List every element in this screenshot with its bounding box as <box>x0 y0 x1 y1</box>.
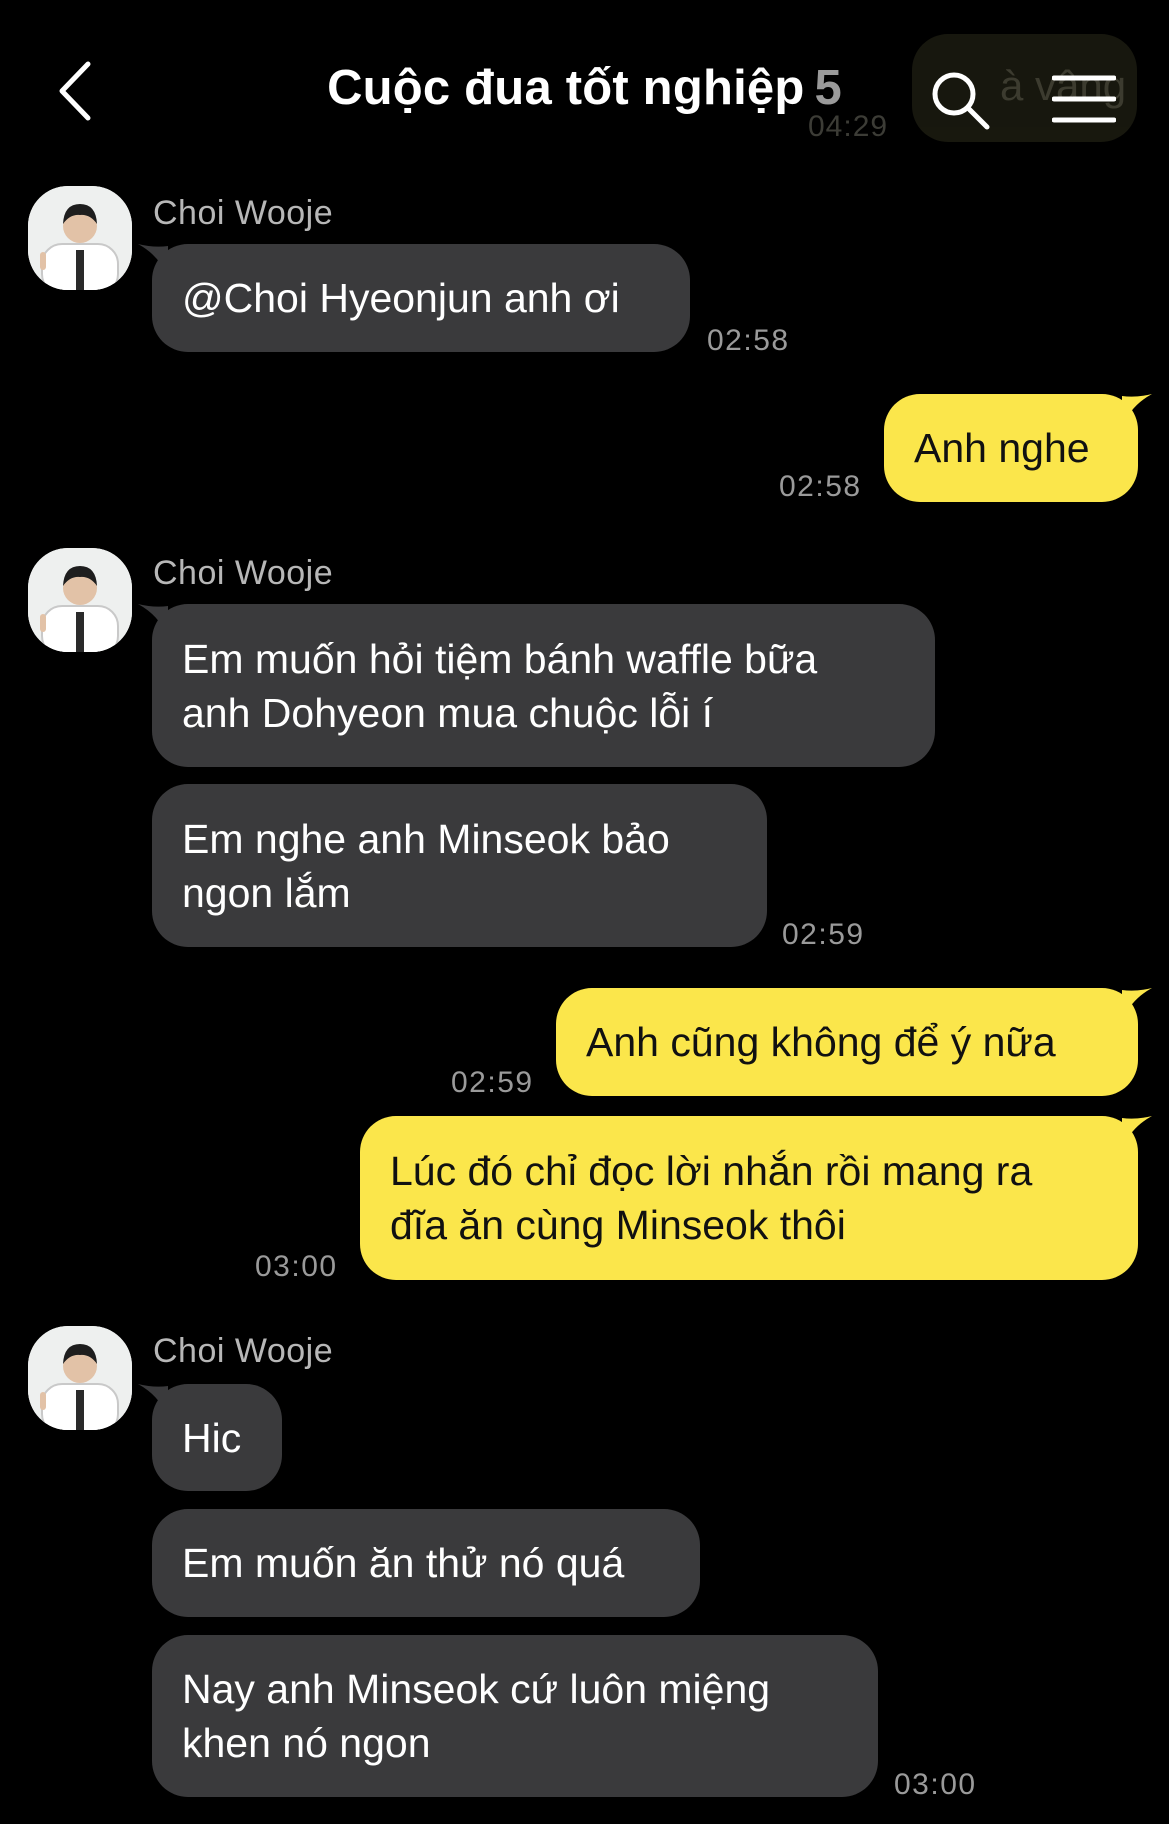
message-bubble[interactable]: Anh cũng không để ý nữa <box>556 988 1152 1096</box>
message-text: Hic <box>182 1414 242 1461</box>
bubble-tail <box>1122 1116 1152 1150</box>
back-button[interactable] <box>52 58 102 124</box>
message-text-line: đĩa ăn cùng Minseok thôi <box>390 1202 846 1248</box>
message-text: Anh cũng không để ý nữa <box>586 1019 1056 1065</box>
message-text-line: Lúc đó chỉ đọc lời nhắn rồi mang ra <box>390 1148 1033 1194</box>
message-text-line: Em nghe anh Minseok bảo <box>182 815 670 862</box>
message-time: 02:58 <box>707 324 790 357</box>
search-button[interactable] <box>930 70 992 132</box>
message-bubble[interactable]: Em muốn hỏi tiệm bánh waffle bữa anh Doh… <box>138 604 935 767</box>
message-text-line: Nay anh Minseok cứ luôn miệng <box>182 1666 771 1712</box>
message-time: 03:00 <box>255 1250 338 1283</box>
chat-header: à vâng 04:29 Cuộc đua tốt nghiệp 5 <box>0 0 1169 170</box>
hamburger-menu-icon <box>1051 75 1117 123</box>
message-bubble[interactable]: Em muốn ăn thử nó quá <box>152 1509 700 1617</box>
bubble-tail <box>138 1384 168 1418</box>
member-count: 5 <box>814 61 842 115</box>
avatar[interactable] <box>28 186 132 290</box>
search-icon <box>932 72 990 130</box>
sender-name: Choi Wooje <box>153 1332 334 1370</box>
message-text: Anh nghe <box>914 425 1090 471</box>
message-text-line: Em muốn hỏi tiệm bánh waffle bữa <box>182 635 818 682</box>
avatar[interactable] <box>28 1326 132 1430</box>
message-bubble[interactable]: Anh nghe <box>884 394 1152 502</box>
message-text-line: ngon lắm <box>182 869 351 916</box>
avatar[interactable] <box>28 548 132 652</box>
bubble-tail <box>138 604 168 638</box>
menu-button[interactable] <box>1051 74 1117 124</box>
message-time: 02:58 <box>779 470 862 503</box>
message-time: 02:59 <box>782 918 865 951</box>
message-text-line: khen nó ngon <box>182 1720 431 1766</box>
message-bubble[interactable]: Lúc đó chỉ đọc lời nhắn rồi mang ra đĩa … <box>360 1116 1152 1280</box>
message-bubble[interactable]: @Choi Hyeonjun anh ơi <box>138 244 690 352</box>
message-text-line: anh Dohyeon mua chuộc lỗi í <box>182 689 714 736</box>
chevron-left-icon <box>59 61 91 121</box>
avatar-photo <box>28 1326 132 1430</box>
message-time: 02:59 <box>451 1066 534 1099</box>
message-bubble[interactable]: Nay anh Minseok cứ luôn miệng khen nó ng… <box>152 1635 878 1797</box>
chat-title[interactable]: Cuộc đua tốt nghiệp <box>327 61 804 115</box>
sender-name: Choi Wooje <box>153 554 334 592</box>
overlay-preview-time: 04:29 <box>808 110 889 143</box>
message-text: Em muốn ăn thử nó quá <box>182 1540 625 1586</box>
bubble-tail <box>138 244 168 278</box>
bubble-tail <box>1122 988 1152 1022</box>
message-time: 03:00 <box>894 1768 977 1801</box>
message-bubble[interactable]: Em nghe anh Minseok bảo ngon lắm <box>152 784 767 947</box>
sender-name: Choi Wooje <box>153 194 334 232</box>
bubble-tail <box>1122 394 1152 428</box>
message-bubble[interactable]: Hic <box>138 1384 282 1491</box>
avatar-photo <box>28 186 132 290</box>
message-text: @Choi Hyeonjun anh ơi <box>182 275 620 321</box>
avatar-photo <box>28 548 132 652</box>
